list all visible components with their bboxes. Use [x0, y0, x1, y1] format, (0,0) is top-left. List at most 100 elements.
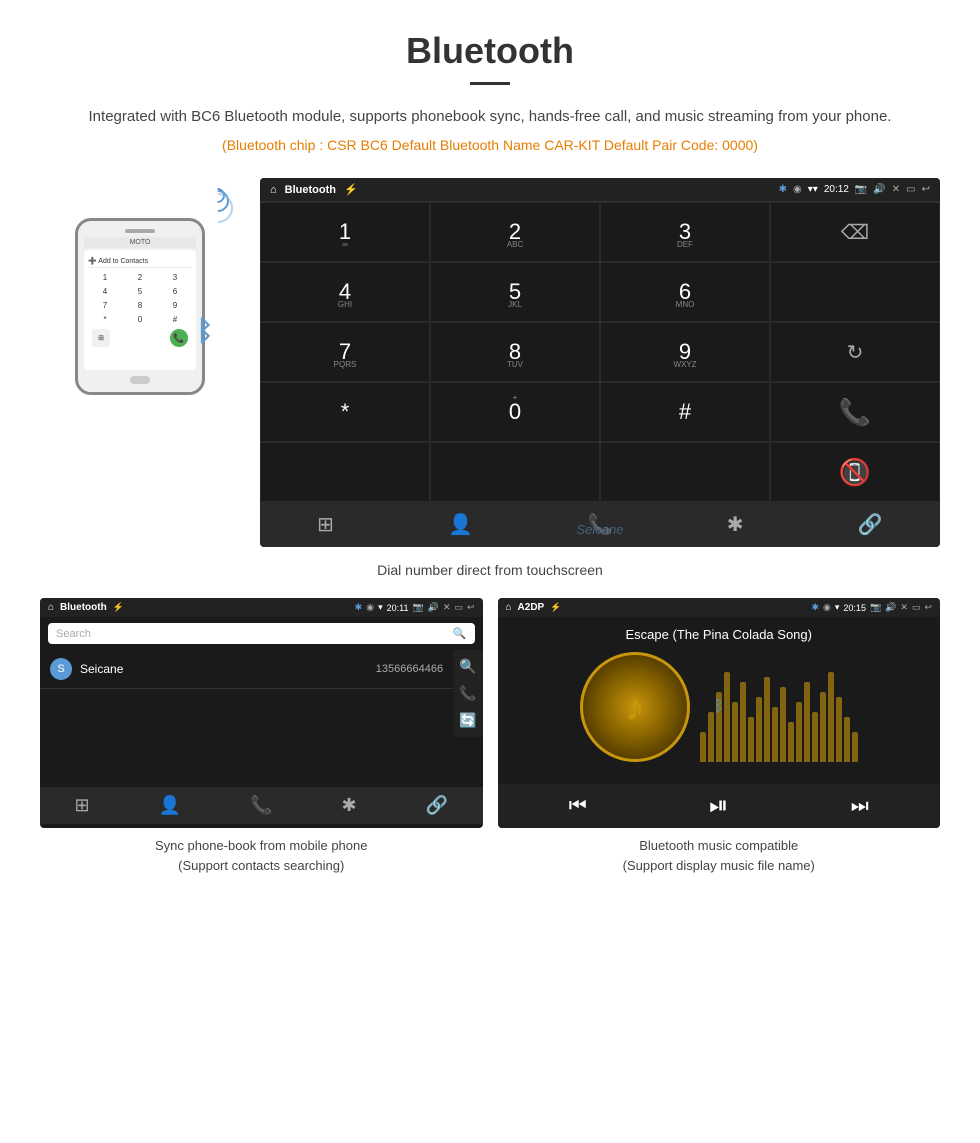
dial-key-hash[interactable]: #	[600, 382, 770, 442]
phonebook-status-bar: ⌂ Bluetooth ⚡ ✱ ◉ ▾ 20:11 📷 🔊 ✕ ▭ ↩	[40, 598, 483, 617]
right-refresh-icon[interactable]: 🔄	[459, 712, 476, 729]
home-icon[interactable]: ⌂	[270, 184, 277, 196]
pb-nav-call[interactable]: 📞	[250, 795, 272, 816]
top-section: MOTO ➕ Add to Contacts 1 2 3 4 5 6 7 8 9	[40, 178, 940, 547]
pb-wifi-icon: ▾	[378, 602, 383, 613]
phone-screen: ➕ Add to Contacts 1 2 3 4 5 6 7 8 9 * 0	[84, 250, 196, 370]
ms-back-icon[interactable]: ↩	[924, 602, 932, 613]
camera-icon: 📷	[855, 184, 867, 195]
dial-key-star[interactable]: *	[260, 382, 430, 442]
music-art-area: ♪ ᛒ	[508, 652, 931, 762]
pb-title: Bluetooth	[60, 602, 107, 613]
music-main-area: Escape (The Pina Colada Song) ♪ ᛒ	[498, 617, 941, 772]
ms-title: A2DP	[518, 602, 545, 613]
dialpad-grid: 1 ∞ 2 ABC 3 DEF ⌫ 4 GHI 5 JKL	[260, 202, 940, 502]
album-art: ♪ ᛒ	[580, 652, 690, 762]
dial-key-3[interactable]: 3 DEF	[600, 202, 770, 262]
pb-nav-bt[interactable]: ✱	[341, 795, 356, 816]
list-item[interactable]: S Seicane 13566664466	[40, 650, 453, 689]
pb-camera-icon: 📷	[412, 602, 423, 613]
dial-empty-3	[430, 442, 600, 502]
dial-key-1[interactable]: 1 ∞	[260, 202, 430, 262]
ms-bt-icon: ✱	[811, 602, 819, 613]
dial-key-4[interactable]: 4 GHI	[260, 262, 430, 322]
location-icon: ◉	[793, 184, 802, 195]
ms-close-icon[interactable]: ✕	[900, 602, 908, 613]
phone-mockup: MOTO ➕ Add to Contacts 1 2 3 4 5 6 7 8 9	[75, 218, 205, 395]
phonebook-contacts: S Seicane 13566664466	[40, 650, 453, 737]
music-panel: ⌂ A2DP ⚡ ✱ ◉ ▾ 20:15 📷 🔊 ✕ ▭ ↩	[498, 598, 941, 875]
right-call-icon[interactable]: 📞	[459, 685, 476, 702]
page-title: Bluetooth	[40, 30, 940, 72]
pb-window-icon[interactable]: ▭	[454, 602, 463, 613]
right-search-icon[interactable]: 🔍	[459, 658, 476, 675]
dial-refresh[interactable]: ↻	[770, 322, 940, 382]
dial-key-5[interactable]: 5 JKL	[430, 262, 600, 322]
dial-backspace[interactable]: ⌫	[770, 202, 940, 262]
music-caption: Bluetooth music compatible(Support displ…	[498, 836, 941, 875]
prev-button[interactable]: ⏮	[569, 795, 587, 818]
ms-vol-icon[interactable]: 🔊	[885, 602, 896, 613]
pb-close-icon[interactable]: ✕	[443, 602, 451, 613]
dial-key-2[interactable]: 2 ABC	[430, 202, 600, 262]
time-display: 20:12	[824, 184, 849, 195]
nav-contacts-icon[interactable]: 👤	[448, 512, 473, 537]
pb-usb-icon: ⚡	[113, 602, 124, 613]
dial-key-8[interactable]: 8 TUV	[430, 322, 600, 382]
nav-grid-icon[interactable]: ⊞	[317, 512, 334, 537]
ms-wifi-icon: ▾	[835, 602, 840, 613]
status-bar: ⌂ Bluetooth ⚡ ✱ ◉ ▾▾ 20:12 📷 🔊 ✕ ▭ ↩	[260, 178, 940, 202]
pb-time: 20:11	[387, 603, 409, 613]
phonebook-caption: Sync phone-book from mobile phone(Suppor…	[40, 836, 483, 875]
pb-vol-icon[interactable]: 🔊	[428, 602, 439, 613]
dial-call-red[interactable]: 📵	[770, 442, 940, 502]
pb-loc-icon: ◉	[366, 602, 374, 613]
bottom-navigation: ⊞ 👤 📞 ✱ 🔗	[260, 502, 940, 547]
dial-key-9[interactable]: 9 WXYZ	[600, 322, 770, 382]
pb-bt-icon: ✱	[355, 602, 363, 613]
nav-call-icon[interactable]: 📞	[588, 512, 613, 537]
usb-icon: ⚡	[344, 183, 358, 196]
pb-home-icon[interactable]: ⌂	[48, 602, 54, 613]
specs-text: (Bluetooth chip : CSR BC6 Default Blueto…	[40, 137, 940, 153]
play-pause-button[interactable]: ⏯	[709, 792, 728, 820]
pb-back-icon[interactable]: ↩	[467, 602, 475, 613]
screen-title: Bluetooth	[285, 184, 336, 196]
nav-link-icon[interactable]: 🔗	[858, 512, 883, 537]
bt-status-icon: ✱	[779, 184, 787, 195]
ms-time: 20:15	[843, 603, 866, 613]
dial-call-green[interactable]: 📞	[770, 382, 940, 442]
ms-usb-icon: ⚡	[550, 602, 561, 613]
ms-window-icon[interactable]: ▭	[912, 602, 921, 613]
window-icon[interactable]: ▭	[906, 184, 915, 195]
search-icon: 🔍	[453, 627, 467, 640]
volume-icon[interactable]: 🔊	[873, 184, 885, 195]
dial-key-7[interactable]: 7 PQRS	[260, 322, 430, 382]
wifi-signal-icon: ▾▾	[808, 184, 818, 195]
phone-area: MOTO ➕ Add to Contacts 1 2 3 4 5 6 7 8 9	[40, 178, 240, 372]
phonebook-panel: ⌂ Bluetooth ⚡ ✱ ◉ ▾ 20:11 📷 🔊 ✕ ▭ ↩	[40, 598, 483, 875]
contact-list: S Seicane 13566664466 🔍 📞 🔄	[40, 650, 483, 737]
music-note-icon: ♪	[625, 685, 645, 730]
contact-initial: S	[50, 658, 72, 680]
bottom-panels: ⌂ Bluetooth ⚡ ✱ ◉ ▾ 20:11 📷 🔊 ✕ ▭ ↩	[40, 598, 940, 875]
dial-key-6[interactable]: 6 MNO	[600, 262, 770, 322]
dial-screen: ⌂ Bluetooth ⚡ ✱ ◉ ▾▾ 20:12 📷 🔊 ✕ ▭ ↩ 1 ∞	[260, 178, 940, 547]
dial-empty-1	[770, 262, 940, 322]
dial-key-0[interactable]: 0 +	[430, 382, 600, 442]
bt-overlay-icon: ᛒ	[714, 698, 724, 716]
close-icon[interactable]: ✕	[892, 184, 900, 195]
search-bar[interactable]: Search 🔍	[48, 623, 475, 644]
music-screen: ⌂ A2DP ⚡ ✱ ◉ ▾ 20:15 📷 🔊 ✕ ▭ ↩	[498, 598, 941, 828]
contact-number: 13566664466	[376, 663, 443, 675]
back-icon[interactable]: ↩	[922, 184, 930, 195]
pb-nav-person[interactable]: 👤	[159, 795, 181, 816]
pb-nav-link[interactable]: 🔗	[426, 795, 448, 816]
search-placeholder: Search	[56, 628, 91, 640]
music-controls: ⏮ ⏯ ⏭	[498, 784, 941, 828]
song-title: Escape (The Pina Colada Song)	[626, 627, 812, 642]
nav-bt-icon[interactable]: ✱	[727, 512, 744, 537]
next-button[interactable]: ⏭	[851, 795, 869, 818]
pb-nav-grid[interactable]: ⊞	[75, 795, 90, 816]
ms-home-icon[interactable]: ⌂	[506, 602, 512, 613]
